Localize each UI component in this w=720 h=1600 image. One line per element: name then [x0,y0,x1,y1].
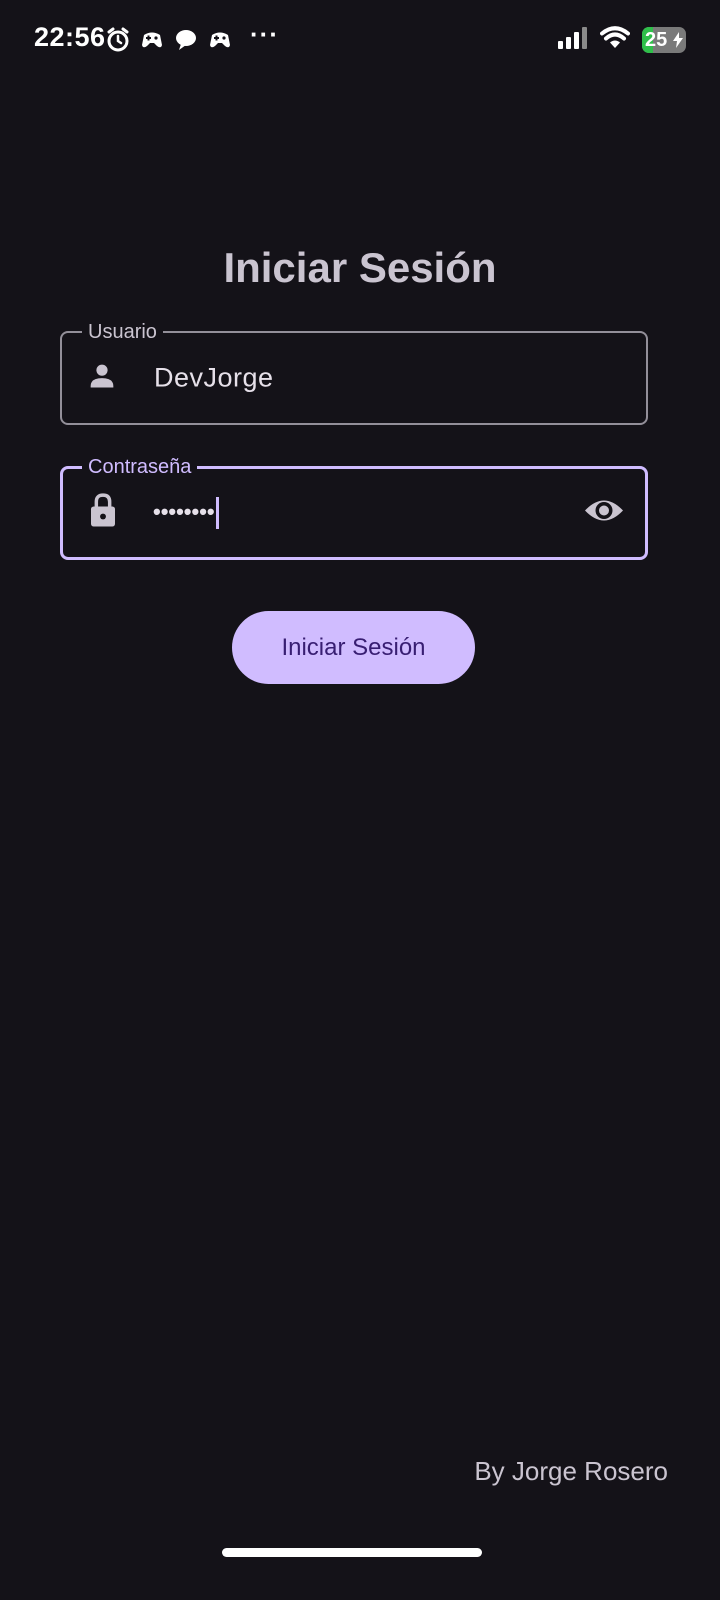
wifi-icon [600,25,630,55]
chat-bubble-icon [174,28,198,52]
lock-icon [87,493,119,534]
password-masked-text: •••••••• [153,498,215,524]
password-label: Contraseña [82,453,198,481]
signal-icon [558,26,588,54]
username-label: Usuario [82,318,163,346]
home-indicator[interactable] [222,1548,482,1557]
charging-bolt-icon [673,32,683,48]
eye-icon[interactable] [583,496,625,531]
author-credit: By Jorge Rosero [474,1456,668,1486]
battery-indicator: 25 [642,27,686,53]
status-time: 22:56 [34,22,106,52]
battery-level: 25 [645,29,668,51]
username-input[interactable]: DevJorge [154,363,274,394]
login-button[interactable]: Iniciar Sesión [232,611,475,684]
person-icon [86,360,118,397]
password-field[interactable]: Contraseña •••••••• [60,453,648,560]
password-input[interactable]: •••••••• [153,497,219,529]
game-controller-icon [140,29,164,51]
notification-icons: ··· [106,19,279,54]
game-controller-icon [208,29,232,51]
alarm-icon [106,27,130,53]
page-title: Iniciar Sesión [223,244,497,291]
username-field[interactable]: Usuario DevJorge [60,318,648,425]
system-icons: 25 [558,25,686,55]
battery-charging-icon: 25 [642,27,686,53]
more-icon: ··· [250,18,279,49]
login-screen: 22:56 ··· 25 Iniciar Sesión Usuario DevJ… [0,0,720,1600]
text-cursor [215,497,219,529]
status-bar: 22:56 ··· 25 [0,0,720,80]
